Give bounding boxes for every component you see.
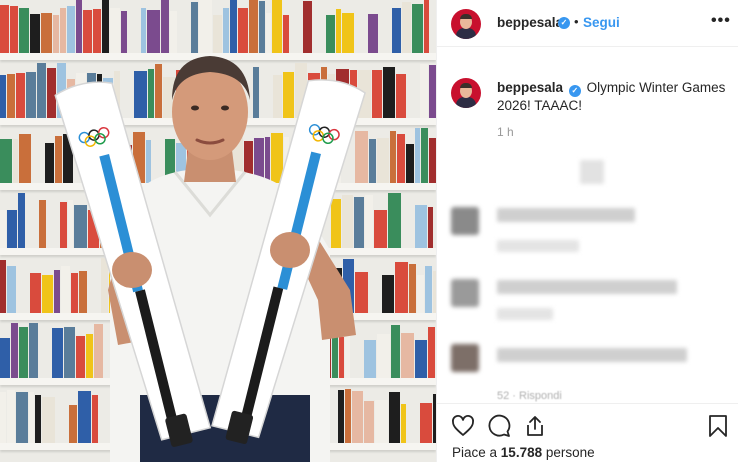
comment-avatar[interactable] (451, 207, 479, 235)
follow-button[interactable]: Segui (583, 15, 620, 30)
comment-avatar[interactable] (451, 279, 479, 307)
post-side-panel: beppesala ✓ • Segui ••• beppesala ✓ Olym… (436, 0, 738, 462)
likes-suffix: persone (545, 445, 595, 460)
post-actions-bar: Piace a 15.788 persone (437, 403, 738, 462)
avatar[interactable] (451, 9, 481, 39)
bookmark-icon[interactable] (707, 414, 729, 438)
comment-text-blurred (497, 348, 687, 362)
likes-number: 15.788 (500, 445, 543, 460)
share-icon[interactable] (523, 414, 547, 438)
post-photo[interactable] (0, 0, 436, 462)
more-options-icon[interactable]: ••• (711, 12, 731, 30)
verified-badge-icon: ✓ (568, 85, 581, 97)
likes-prefix: Piace a (452, 445, 498, 460)
post-timestamp[interactable]: 1 h (497, 125, 514, 139)
comment-bubble-icon[interactable] (487, 414, 511, 438)
comment-text-blurred (497, 280, 677, 294)
post-header: beppesala ✓ • Segui ••• (437, 0, 738, 47)
separator-dot: • (574, 14, 579, 29)
verified-badge-icon: ✓ (558, 17, 570, 29)
caption-username[interactable]: beppesala (497, 80, 563, 95)
header-username[interactable]: beppesala (497, 15, 563, 30)
comment-avatar[interactable] (451, 344, 479, 372)
comment-meta-blurred (497, 308, 553, 320)
comment-meta-partial: 52 · Rispondi (497, 390, 562, 402)
likes-count[interactable]: Piace a 15.788 persone (452, 445, 595, 460)
load-more-icon[interactable] (580, 160, 604, 184)
heart-icon[interactable] (451, 414, 475, 438)
man-holding-skis-illustration (54, 56, 366, 462)
post-caption: beppesala ✓ Olympic Winter Games 2026! T… (497, 79, 727, 115)
caption-avatar[interactable] (451, 78, 481, 108)
comment-text-blurred (497, 208, 635, 222)
comment-meta-blurred (497, 240, 579, 252)
